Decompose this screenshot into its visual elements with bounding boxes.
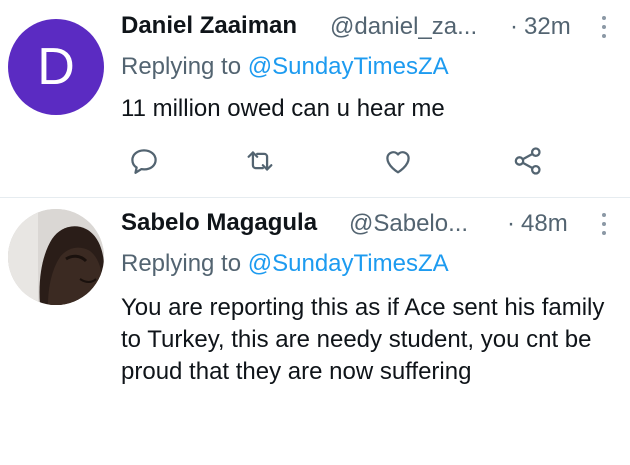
replying-prefix: Replying to	[121, 250, 242, 277]
tweet-header: Daniel Zaaiman @daniel_za... · 32m	[121, 12, 630, 46]
more-options-icon[interactable]	[601, 211, 607, 237]
tweet-sabelo[interactable]: Sabelo Magagula @Sabelo... · 48m Replyin…	[0, 198, 630, 465]
user-handle[interactable]: @Sabelo...	[349, 210, 468, 238]
tweet-daniel[interactable]: D Daniel Zaaiman @daniel_za... · 32m Rep…	[0, 0, 630, 198]
separator-dot: ·	[510, 13, 518, 40]
replying-to: Replying to @SundayTimesZA	[121, 53, 449, 81]
timestamp[interactable]: 48m	[521, 210, 568, 238]
reply-icon[interactable]	[127, 144, 161, 178]
mention-link[interactable]: @SundayTimesZA	[248, 250, 449, 277]
profile-photo	[8, 209, 104, 305]
like-icon[interactable]	[381, 144, 415, 178]
replying-prefix: Replying to	[121, 53, 242, 80]
avatar[interactable]	[8, 209, 104, 305]
replying-to: Replying to @SundayTimesZA	[121, 250, 449, 278]
separator-dot: ·	[507, 210, 515, 237]
display-name[interactable]: Daniel Zaaiman	[121, 12, 297, 40]
tweet-text: You are reporting this as if Ace sent hi…	[121, 294, 605, 385]
timestamp[interactable]: 32m	[524, 13, 571, 41]
display-name[interactable]: Sabelo Magagula	[121, 209, 317, 237]
tweet-header: Sabelo Magagula @Sabelo... · 48m	[121, 209, 630, 243]
share-icon[interactable]	[511, 144, 545, 178]
action-bar	[121, 144, 601, 184]
user-handle[interactable]: @daniel_za...	[330, 13, 477, 41]
avatar-letter: D	[37, 38, 75, 96]
avatar[interactable]: D	[8, 19, 104, 115]
retweet-icon[interactable]	[243, 144, 277, 178]
mention-link[interactable]: @SundayTimesZA	[248, 53, 449, 80]
tweet-text: 11 million owed can u hear me	[121, 95, 445, 122]
more-options-icon[interactable]	[601, 14, 607, 40]
